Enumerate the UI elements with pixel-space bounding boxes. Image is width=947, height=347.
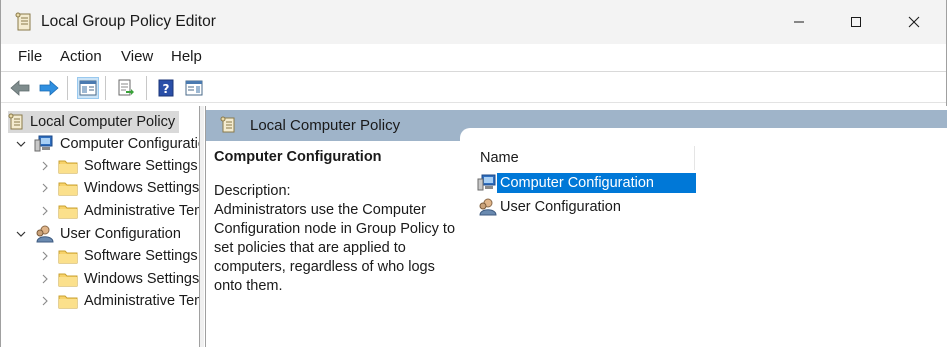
items-list: Name Computer Configuration User Configu… [474, 146, 947, 347]
chevron-right-icon [42, 206, 48, 216]
toolbar: ? [1, 71, 946, 103]
menu-view[interactable]: View [121, 48, 153, 65]
chevron-right-icon [42, 274, 48, 284]
tree-item-label: Software Settings [84, 158, 198, 174]
tree-item-administrative-templates[interactable]: Administrative Templates [40, 200, 199, 222]
app-window: Local Group Policy Editor File Action Vi… [0, 0, 947, 347]
tree-item-windows-settings[interactable]: Windows Settings [40, 177, 199, 199]
policy-scroll-icon [220, 116, 236, 139]
list-item-user-configuration[interactable]: User Configuration [477, 195, 624, 218]
folder-icon [58, 273, 78, 287]
chevron-down-icon [16, 141, 26, 147]
close-icon [908, 16, 920, 28]
minimize-icon [794, 21, 804, 23]
show-action-pane-button[interactable] [183, 77, 205, 99]
description-label: Description: [214, 183, 291, 199]
folder-icon [58, 160, 78, 174]
svg-text:?: ? [163, 82, 170, 96]
toolbar-separator [146, 76, 147, 100]
tree-item-label: User Configuration [60, 226, 181, 242]
user-icon [36, 225, 54, 243]
window-title: Local Group Policy Editor [41, 13, 216, 30]
description-panel: Computer Configuration Description: Admi… [214, 148, 464, 296]
tree-item-label: Administrative Templates [84, 203, 199, 219]
tree-item-label: Windows Settings [84, 180, 200, 196]
maximize-button[interactable] [832, 0, 880, 44]
toolbar-separator [105, 76, 106, 100]
tree-item-software-settings[interactable]: Software Settings [40, 155, 198, 177]
computer-icon [477, 174, 497, 192]
chevron-right-icon [42, 296, 48, 306]
menu-file[interactable]: File [18, 48, 42, 65]
folder-icon [58, 182, 78, 196]
help-button[interactable]: ? [155, 77, 177, 99]
chevron-right-icon [42, 183, 48, 193]
list-item-label: User Configuration [500, 198, 621, 215]
computer-icon [34, 135, 53, 152]
menu-help[interactable]: Help [171, 48, 202, 65]
menu-bar: File Action View Help [1, 44, 946, 70]
tree-pane: Local Computer Policy Computer Configura… [4, 106, 200, 347]
minimize-button[interactable] [775, 0, 823, 44]
column-divider[interactable] [694, 146, 695, 170]
tree-item-administrative-templates[interactable]: Administrative Templates [40, 290, 199, 312]
show-hide-tree-button[interactable] [77, 77, 99, 99]
title-bar[interactable]: Local Group Policy Editor [1, 0, 946, 44]
menu-action[interactable]: Action [60, 48, 102, 65]
extended-tab-surface [460, 128, 947, 142]
maximize-icon [851, 17, 861, 27]
details-header-title: Local Computer Policy [250, 117, 401, 134]
export-list-button[interactable] [115, 77, 137, 99]
tree-item-user-configuration[interactable]: User Configuration [16, 223, 181, 245]
description-text: Administrators use the Computer Configur… [214, 202, 456, 294]
help-icon: ? [158, 79, 174, 97]
tree-item-local-computer-policy[interactable]: Local Computer Policy [8, 111, 180, 133]
pane-splitter[interactable] [200, 106, 204, 347]
show-action-pane-icon [185, 80, 203, 96]
column-header-name[interactable]: Name [480, 150, 519, 166]
tree-item-windows-settings[interactable]: Windows Settings [40, 268, 199, 290]
details-pane: Local Computer Policy Computer Configura… [205, 106, 947, 347]
tree-item-label: Software Settings [84, 248, 198, 264]
forward-button[interactable] [38, 77, 60, 99]
list-item-label: Computer Configuration [497, 172, 696, 193]
folder-icon [58, 250, 78, 264]
tree-item-label: Administrative Templates [84, 293, 199, 309]
back-icon [10, 80, 30, 96]
folder-icon [58, 295, 78, 309]
tree-item-label: Computer Configuration [60, 136, 200, 152]
chevron-right-icon [42, 161, 48, 171]
export-list-icon [118, 79, 134, 96]
close-button[interactable] [890, 0, 938, 44]
tree-item-software-settings[interactable]: Software Settings [40, 245, 198, 267]
show-hide-tree-icon [79, 80, 97, 96]
policy-scroll-icon [15, 12, 33, 32]
tree-item-computer-configuration[interactable]: Computer Configuration [16, 133, 200, 155]
user-icon [477, 198, 497, 216]
policy-scroll-icon [8, 113, 23, 130]
toolbar-separator [67, 76, 68, 100]
chevron-down-icon [16, 231, 26, 237]
list-item-computer-configuration[interactable]: Computer Configuration [477, 171, 696, 194]
tree-item-label: Windows Settings [84, 271, 200, 287]
description-heading: Computer Configuration [214, 149, 382, 165]
folder-icon [58, 205, 78, 219]
back-button[interactable] [9, 77, 31, 99]
chevron-right-icon [42, 251, 48, 261]
forward-icon [39, 80, 59, 96]
tree-item-label: Local Computer Policy [30, 114, 176, 130]
